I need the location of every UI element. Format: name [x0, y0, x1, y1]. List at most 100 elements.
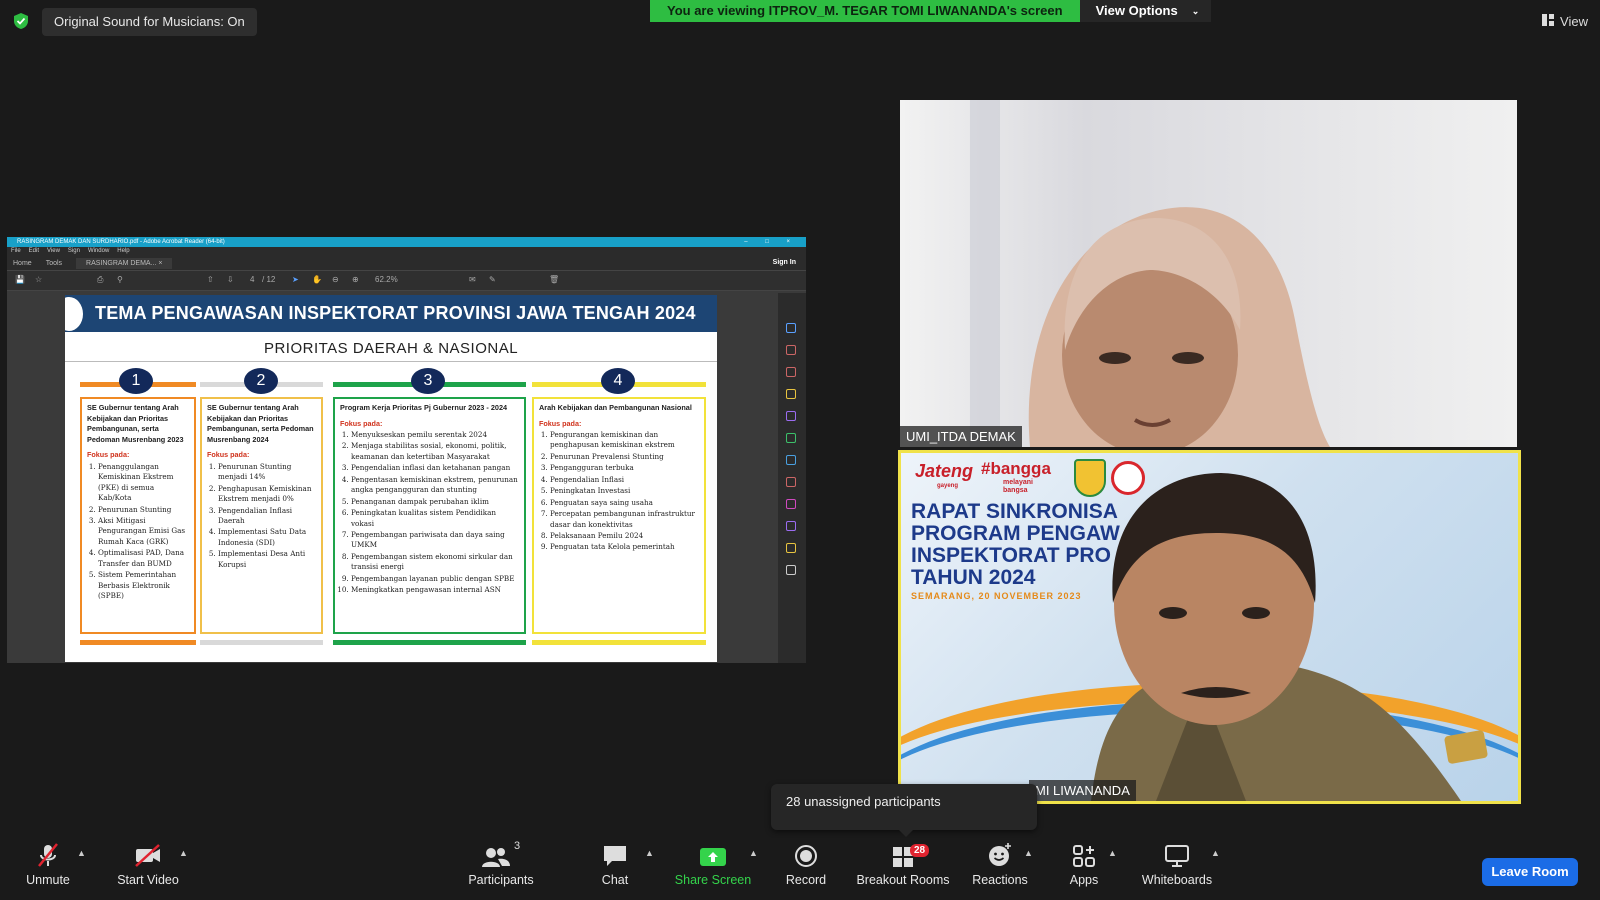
fill-sign-icon[interactable]	[786, 521, 796, 531]
star-icon[interactable]: ☆	[35, 275, 42, 284]
participant-video-umi	[900, 100, 1517, 447]
list-item: Penurunan Prevalensi Stunting	[550, 452, 699, 462]
zoom-level[interactable]: 62.2%	[375, 275, 398, 284]
breakout-rooms-button[interactable]: 28 Breakout Rooms	[856, 838, 950, 900]
view-layout-button[interactable]: View	[1542, 10, 1588, 32]
apps-button[interactable]: Apps	[1064, 838, 1104, 900]
organize-pages-icon[interactable]	[786, 433, 796, 443]
chat-options-chevron-icon[interactable]: ▲	[645, 848, 654, 858]
create-pdf-icon[interactable]	[786, 345, 796, 355]
list-item: Aksi Mitigasi Pengurangan Emisi Gas Ruma…	[98, 516, 189, 547]
list-item: Penguatan saya saing usaha	[550, 498, 699, 508]
column-3-fokus: Fokus pada:	[340, 418, 383, 428]
share-options-chevron-icon[interactable]: ▲	[749, 848, 758, 858]
video-options-chevron-icon[interactable]: ▲	[179, 848, 188, 858]
next-page-icon[interactable]: ⇩	[227, 275, 234, 284]
chat-button[interactable]: Chat	[595, 838, 635, 900]
list-item: Peningkatan Investasi	[550, 486, 699, 496]
combine-files-icon[interactable]	[786, 411, 796, 421]
save-icon[interactable]: 💾	[15, 275, 25, 284]
list-item: Pengurangan kemiskinan dan penghapusan k…	[550, 430, 699, 451]
participants-button[interactable]: 3 Participants	[465, 838, 537, 900]
reactions-button[interactable]: Reactions	[970, 838, 1030, 900]
hand-tool-icon[interactable]: ✋	[312, 275, 322, 284]
share-screen-button[interactable]: Share Screen	[675, 838, 751, 900]
record-button[interactable]: Record	[784, 838, 828, 900]
original-sound-status[interactable]: Original Sound for Musicians: On	[42, 8, 257, 36]
shared-screen[interactable]: RASINGRAM DEMAK DAN SURDHARIO.pdf - Adob…	[7, 237, 806, 663]
compress-icon[interactable]	[786, 455, 796, 465]
zoom-out-icon[interactable]: ⊖	[332, 275, 339, 284]
leave-room-button[interactable]: Leave Room	[1482, 858, 1578, 886]
column-4-footer-bar	[532, 640, 706, 645]
list-item: Penguatan tata Kelola pemerintah	[550, 542, 699, 552]
video-tile-tegar[interactable]: Jateng gayeng #bangga melayani bangsa RA…	[898, 450, 1521, 804]
chevron-down-icon: ⌄	[1191, 6, 1200, 16]
comment-tool-icon[interactable]	[786, 389, 796, 399]
sign-in-button[interactable]: Sign In	[773, 259, 796, 266]
list-item: Optimalisasi PAD, Dana Transfer dan BUMD	[98, 548, 189, 569]
slide-subtitle: PRIORITAS DAERAH & NASIONAL	[263, 340, 519, 357]
list-item: Penghapusan Kemiskinan Ekstrem menjadi 0…	[218, 484, 316, 505]
breakout-badge: 28	[910, 844, 930, 857]
unmute-button[interactable]: Unmute	[20, 838, 76, 900]
list-item: Implementasi Desa Anti Korupsi	[218, 549, 316, 570]
search-icon[interactable]: ⚲	[117, 275, 123, 284]
screen-share-banner: You are viewing ITPROV_M. TEGAR TOMI LIW…	[650, 0, 1212, 22]
list-item: Penurunan Stunting	[98, 505, 189, 515]
edit-pdf-icon[interactable]	[786, 367, 796, 377]
shield-icon[interactable]	[12, 12, 30, 30]
page-total: / 12	[262, 275, 276, 284]
participants-label: Participants	[468, 873, 534, 887]
tab-home[interactable]: Home	[13, 260, 32, 267]
participant-video-tegar	[1091, 473, 1488, 801]
tab-document[interactable]: RASINGRAM DEMA... ×	[76, 257, 173, 269]
menu-help[interactable]: Help	[117, 247, 129, 256]
protect-icon[interactable]	[786, 499, 796, 509]
participants-icon: 3	[481, 838, 520, 868]
list-item: Pengendalian Inflasi	[550, 475, 699, 485]
list-item: Menjaga stabilitas sosial, ekonomi, poli…	[351, 441, 519, 462]
print-icon[interactable]: ⎙	[97, 275, 103, 285]
video-off-icon	[133, 838, 163, 868]
tab-tools[interactable]: Tools	[46, 260, 62, 267]
list-item: Penanganan dampak perubahan iklim	[351, 497, 519, 507]
zoom-in-icon[interactable]: ⊕	[352, 275, 359, 284]
menu-view[interactable]: View	[47, 247, 60, 256]
column-1-fokus: Fokus pada:	[87, 450, 130, 460]
menu-edit[interactable]: Edit	[29, 247, 39, 256]
video-tile-umi[interactable]: UMI_ITDA DEMAK	[900, 100, 1517, 447]
view-options-button[interactable]: View Options ⌄	[1079, 0, 1212, 22]
more-tools-icon[interactable]	[786, 565, 796, 575]
column-2-fokus: Fokus pada:	[207, 450, 250, 460]
whiteboards-button[interactable]: Whiteboards	[1140, 838, 1214, 900]
list-item: Pengembangan sistem ekonomi sirkular dan…	[351, 552, 519, 573]
audio-options-chevron-icon[interactable]: ▲	[77, 848, 86, 858]
comment-icon[interactable]: ✉	[469, 275, 476, 284]
menu-sign[interactable]: Sign	[68, 247, 80, 256]
participant-name-umi: UMI_ITDA DEMAK	[900, 426, 1022, 447]
menu-window[interactable]: Window	[88, 247, 109, 256]
view-options-label: View Options	[1095, 3, 1178, 18]
acrobat-title: RASINGRAM DEMAK DAN SURDHARIO.pdf - Adob…	[17, 239, 225, 245]
acrobat-toolbar: 💾 ☆ ⎙ ⚲ ⇧ ⇩ 4 / 12 ➤ ✋ ⊖ ⊕ 62.2% ✉ ✎ 🗑	[7, 271, 806, 291]
pen-icon[interactable]: ✎	[489, 275, 496, 284]
reactions-options-chevron-icon[interactable]: ▲	[1024, 848, 1033, 858]
list-item: Pengangguran terbuka	[550, 463, 699, 473]
window-controls-icon[interactable]: – □ ×	[744, 237, 798, 247]
meeting-controls: Unmute ▲ Start Video ▲ 3 Participants Ch…	[0, 838, 1600, 900]
start-video-button[interactable]: Start Video	[110, 838, 186, 900]
list-item: Pengembangan pariwisata dan daya saing U…	[351, 530, 519, 551]
redact-icon[interactable]	[786, 477, 796, 487]
menu-file[interactable]: File	[11, 247, 21, 256]
column-4-box: Arah Kebijakan dan Pembangunan Nasional …	[532, 397, 706, 634]
list-item: Percepatan pembangunan infrastruktur das…	[550, 509, 699, 530]
prev-page-icon[interactable]: ⇧	[207, 275, 214, 284]
select-cursor-icon[interactable]: ➤	[292, 275, 299, 284]
page-current[interactable]: 4	[250, 275, 254, 284]
export-pdf-icon[interactable]	[786, 323, 796, 333]
delete-icon[interactable]: 🗑	[549, 275, 559, 284]
stamp-icon[interactable]	[786, 543, 796, 553]
apps-options-chevron-icon[interactable]: ▲	[1108, 848, 1117, 858]
whiteboards-options-chevron-icon[interactable]: ▲	[1211, 848, 1220, 858]
